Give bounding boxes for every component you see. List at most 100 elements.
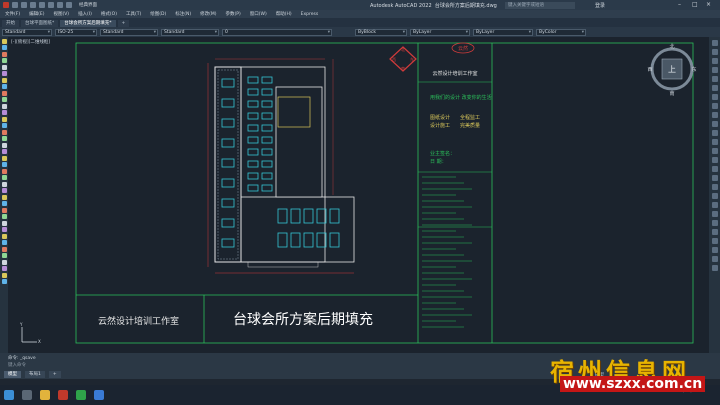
menu-item-draw[interactable]: 绘图(D) — [150, 11, 166, 17]
draw-tool-icon[interactable] — [1, 168, 7, 174]
modify-tool-icon[interactable] — [711, 94, 718, 100]
new-icon[interactable] — [12, 2, 18, 8]
dim-style-select[interactable]: ISO-25 — [55, 28, 97, 36]
modify-tool-icon[interactable] — [711, 229, 718, 235]
menu-item-express[interactable]: Express — [301, 12, 319, 17]
draw-tool-icon[interactable] — [1, 45, 7, 50]
drawing-canvas[interactable]: [-][俯视][二维线框] 北 南 西 东 云然 云然设计培训工作室 用我们的设… — [8, 37, 709, 353]
undo-icon[interactable] — [57, 2, 63, 8]
draw-tool-icon[interactable] — [1, 188, 7, 193]
tab-model[interactable]: 模型 — [4, 370, 21, 378]
draw-tool-icon[interactable] — [1, 58, 7, 63]
draw-tool-icon[interactable] — [1, 38, 7, 44]
saveas-icon[interactable] — [39, 2, 45, 8]
draw-tool-icon[interactable] — [1, 149, 7, 154]
tab-layout1[interactable]: 布局1 — [25, 370, 45, 378]
draw-tool-icon[interactable] — [1, 116, 7, 122]
modify-tool-icon[interactable] — [711, 166, 718, 172]
menu-item-edit[interactable]: 编辑(E) — [29, 11, 44, 17]
workspace-selector[interactable]: 经典界面 — [79, 2, 97, 8]
autocad-icon[interactable] — [58, 390, 68, 400]
draw-tool-icon[interactable] — [1, 181, 7, 187]
tab-current-drawing[interactable]: 台球会所方案后期填充* — [60, 20, 116, 27]
draw-tool-icon[interactable] — [1, 240, 7, 245]
modify-tool-icon[interactable] — [711, 121, 718, 127]
viewport-label[interactable]: [-][俯视][二维线框] — [11, 39, 50, 45]
draw-tool-icon[interactable] — [1, 201, 7, 206]
draw-tool-icon[interactable] — [1, 214, 7, 219]
floor-plan[interactable] — [207, 58, 355, 274]
modify-tool-icon[interactable] — [711, 148, 718, 154]
modify-tool-icon[interactable] — [711, 58, 718, 64]
viewcube[interactable]: 上 北 南 西 东 — [647, 43, 696, 97]
modify-tool-icon[interactable] — [711, 193, 718, 199]
draw-tool-icon[interactable] — [1, 175, 7, 180]
draw-tool-icon[interactable] — [1, 233, 7, 239]
modify-tool-icon[interactable] — [711, 103, 718, 109]
table-style-select[interactable]: Standard — [100, 28, 158, 36]
menu-item-view[interactable]: 视图(V) — [53, 11, 69, 17]
wechat-icon[interactable] — [76, 390, 86, 400]
modify-tool-icon[interactable] — [711, 85, 718, 91]
draw-tool-icon[interactable] — [1, 266, 7, 271]
menu-item-format[interactable]: 格式(O) — [101, 11, 117, 17]
lineweight-select[interactable]: ByLayer — [473, 28, 533, 36]
draw-tool-icon[interactable] — [1, 162, 7, 167]
user-login[interactable]: 登录 — [595, 2, 605, 9]
modify-tool-icon[interactable] — [711, 157, 718, 163]
new-tab-button[interactable]: + — [117, 20, 130, 27]
redo-icon[interactable] — [66, 2, 72, 8]
modify-tool-icon[interactable] — [711, 238, 718, 244]
save-icon[interactable] — [30, 2, 36, 8]
menu-item-insert[interactable]: 插入(I) — [78, 11, 92, 17]
draw-tool-icon[interactable] — [1, 220, 7, 226]
task-view-icon[interactable] — [22, 390, 32, 400]
plotstyle-select[interactable]: ByColor — [536, 28, 586, 36]
modify-tool-icon[interactable] — [711, 202, 718, 208]
draw-tool-icon[interactable] — [1, 272, 7, 278]
draw-tool-icon[interactable] — [1, 207, 7, 213]
menu-item-file[interactable]: 文件(F) — [5, 11, 20, 17]
tab-floor-plan[interactable]: 台球平面图纸* — [21, 20, 59, 27]
minimize-icon[interactable]: – — [678, 1, 681, 8]
draw-tool-icon[interactable] — [1, 97, 7, 102]
add-layout-button[interactable]: + — [48, 370, 61, 378]
maximize-icon[interactable]: □ — [692, 1, 698, 8]
text-style-select[interactable]: Standard — [2, 28, 52, 36]
menu-item-dimension[interactable]: 标注(N) — [175, 11, 191, 17]
draw-tool-icon[interactable] — [1, 259, 7, 265]
app-menu-icon[interactable] — [3, 2, 9, 8]
draw-tool-icon[interactable] — [1, 71, 7, 76]
draw-tool-icon[interactable] — [1, 155, 7, 161]
menu-item-window[interactable]: 窗口(W) — [250, 11, 267, 17]
close-icon[interactable]: × — [706, 1, 711, 8]
modify-tool-icon[interactable] — [711, 184, 718, 190]
browser-icon[interactable] — [94, 390, 104, 400]
menu-item-parametric[interactable]: 参数(P) — [226, 11, 241, 17]
draw-tool-icon[interactable] — [1, 84, 7, 89]
draw-tool-icon[interactable] — [1, 77, 7, 83]
search-input[interactable]: 键入关键字或短语 — [505, 1, 575, 9]
modify-tool-icon[interactable] — [711, 211, 718, 217]
draw-tool-icon[interactable] — [1, 227, 7, 232]
draw-tool-icon[interactable] — [1, 123, 7, 128]
modify-tool-icon[interactable] — [711, 40, 718, 46]
draw-tool-icon[interactable] — [1, 64, 7, 70]
windows-start-icon[interactable] — [4, 390, 14, 400]
modify-tool-icon[interactable] — [711, 112, 718, 118]
modify-tool-icon[interactable] — [711, 67, 718, 73]
modify-tool-icon[interactable] — [711, 256, 718, 262]
open-icon[interactable] — [21, 2, 27, 8]
mleader-style-select[interactable]: Standard — [161, 28, 219, 36]
draw-tool-icon[interactable] — [1, 142, 7, 148]
linetype-select[interactable]: ByLayer — [410, 28, 470, 36]
draw-tool-icon[interactable] — [1, 90, 7, 96]
draw-tool-icon[interactable] — [1, 246, 7, 252]
modify-tool-icon[interactable] — [711, 175, 718, 181]
modify-tool-icon[interactable] — [711, 76, 718, 82]
modify-tool-icon[interactable] — [711, 49, 718, 55]
draw-tool-icon[interactable] — [1, 103, 7, 109]
menu-item-modify[interactable]: 修改(M) — [200, 11, 216, 17]
color-select[interactable]: ByBlock — [355, 28, 407, 36]
modify-tool-icon[interactable] — [711, 130, 718, 136]
